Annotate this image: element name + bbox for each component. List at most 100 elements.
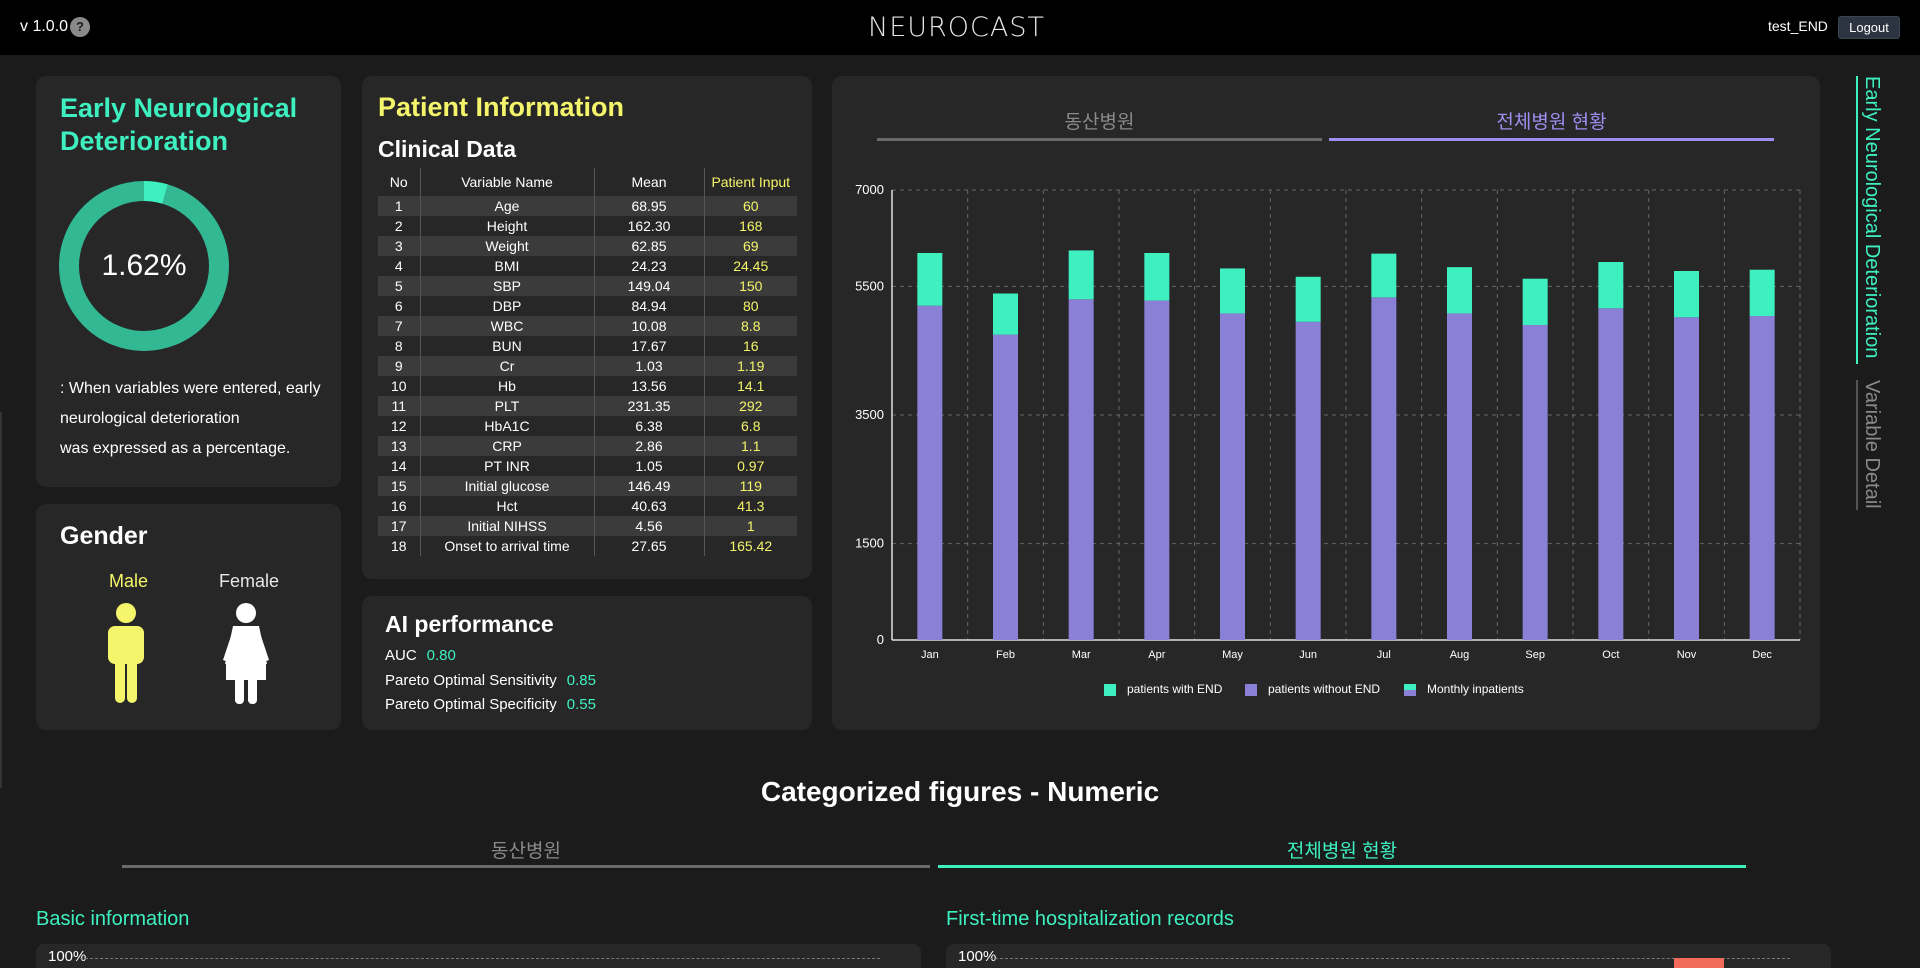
tab-dongsan[interactable]: 동산병원 bbox=[877, 107, 1322, 134]
table-cell-input: 292 bbox=[703, 396, 797, 416]
chart-bar bbox=[1674, 958, 1724, 968]
first-hospitalization-label: First-time hospitalization records bbox=[946, 908, 1234, 930]
table-cell-no: 10 bbox=[390, 378, 407, 394]
table-cell-input: 41.3 bbox=[703, 496, 797, 516]
first-hospitalization-chart: 100% bbox=[946, 944, 1831, 968]
patient-info-title: Patient Information bbox=[378, 92, 625, 122]
tab-dongsan-categorized[interactable]: 동산병원 bbox=[122, 836, 930, 863]
logout-button[interactable]: Logout bbox=[1838, 16, 1900, 39]
basic-information-chart: 100% bbox=[36, 944, 921, 968]
table-cell-input: 165.42 bbox=[703, 536, 797, 556]
male-label: Male bbox=[109, 571, 149, 591]
y-tick-label: 0 bbox=[877, 632, 884, 647]
table-cell-input: 0.97 bbox=[703, 456, 797, 476]
table-cell-name: BMI bbox=[419, 256, 594, 276]
table-row: 3 Weight 62.85 69 bbox=[378, 236, 797, 256]
table-cell-input: 1.1 bbox=[703, 436, 797, 456]
table-cell-no: 2 bbox=[394, 218, 403, 234]
tab-all-hospitals-underline bbox=[1329, 138, 1774, 141]
x-tick-label: Dec bbox=[1752, 649, 1772, 661]
gridline bbox=[80, 958, 880, 959]
bar-patients-without-end bbox=[1522, 325, 1548, 640]
table-cell-no: 9 bbox=[378, 356, 420, 376]
username-label: test_END bbox=[1768, 18, 1828, 34]
axis-tick-label: 100% bbox=[958, 948, 997, 965]
column-header: Mean bbox=[593, 168, 704, 196]
table-cell-input: 1 bbox=[703, 516, 797, 536]
table-row: 6 DBP 84.94 80 bbox=[378, 296, 797, 316]
table-cell-name: BUN bbox=[419, 336, 594, 356]
legend-label: Monthly inpatients bbox=[1427, 682, 1524, 696]
male-icon bbox=[108, 603, 144, 703]
basic-information-label: Basic information bbox=[36, 908, 190, 930]
bar-patients-with-end bbox=[1447, 267, 1472, 314]
tab-all-hospitals-categorized[interactable]: 전체병원 현황 bbox=[938, 836, 1746, 863]
help-icon[interactable]: ? bbox=[70, 17, 90, 37]
table-row: 4 BMI 24.23 24.45 bbox=[378, 256, 797, 276]
axis-tick-label: 100% bbox=[48, 948, 87, 965]
bar-patients-with-end bbox=[917, 253, 943, 306]
table-cell-mean: 149.04 bbox=[593, 276, 704, 296]
table-cell-input: 168 bbox=[703, 216, 797, 236]
bar-patients-without-end bbox=[1447, 313, 1472, 640]
table-cell-name: Weight bbox=[419, 236, 594, 256]
table-cell-input: 14.1 bbox=[703, 376, 797, 396]
bar-patients-with-end bbox=[1144, 253, 1170, 301]
table-cell-no: 5 bbox=[378, 276, 420, 296]
bar-patients-with-end bbox=[1749, 269, 1775, 316]
table-row: 11 PLT 231.35 292 bbox=[378, 396, 797, 416]
sensitivity-value: 0.85 bbox=[566, 672, 596, 689]
table-cell-input: 150 bbox=[703, 276, 797, 296]
table-cell-input: 60 bbox=[703, 196, 797, 216]
bar-patients-without-end bbox=[1371, 297, 1397, 640]
gender-title: Gender bbox=[60, 522, 148, 550]
table-cell-name: Hb bbox=[419, 376, 594, 396]
table-cell-mean: 231.35 bbox=[593, 396, 704, 416]
x-tick-label: Apr bbox=[1148, 649, 1165, 661]
bar-patients-with-end bbox=[1674, 271, 1699, 318]
table-cell-name: Height bbox=[419, 216, 594, 236]
end-percent-value: 1.62% bbox=[101, 249, 187, 282]
gridline bbox=[990, 958, 1790, 959]
table-cell-name: Hct bbox=[419, 496, 594, 516]
x-tick-label: Jul bbox=[1377, 649, 1391, 661]
table-cell-no: 18 bbox=[390, 538, 407, 554]
y-tick-label: 1500 bbox=[855, 536, 884, 551]
table-cell-no: 1 bbox=[378, 196, 420, 216]
legend-item: patients without END bbox=[1245, 682, 1380, 696]
specificity-label: Pareto Optimal Specificity bbox=[385, 696, 557, 713]
bar-patients-with-end bbox=[1295, 276, 1321, 322]
x-tick-label: Sep bbox=[1525, 649, 1545, 661]
x-tick-label: Nov bbox=[1677, 649, 1697, 661]
table-cell-no: 8 bbox=[394, 338, 403, 354]
female-icon bbox=[223, 603, 269, 704]
end-title: Early Neurological Deterioration bbox=[60, 93, 298, 156]
nav-variable-detail[interactable]: Variable Detail bbox=[1856, 380, 1883, 510]
bar-patients-with-end bbox=[1371, 253, 1397, 298]
table-cell-name: HbA1C bbox=[419, 416, 594, 436]
gender-card: Gender Male Female bbox=[36, 504, 341, 730]
nav-end[interactable]: Early Neurological Deterioration bbox=[1856, 76, 1883, 364]
x-tick-label: Aug bbox=[1450, 649, 1470, 661]
table-cell-input: 119 bbox=[703, 476, 797, 496]
table-cell-name: PLT bbox=[419, 396, 594, 416]
bar-patients-without-end bbox=[1295, 321, 1321, 640]
legend-item: Monthly inpatients bbox=[1404, 682, 1524, 696]
table-row: 12 HbA1C 6.38 6.8 bbox=[378, 416, 797, 436]
x-tick-label: Oct bbox=[1602, 649, 1619, 661]
version-label: v 1.0.0 bbox=[20, 18, 69, 35]
table-row: 10 Hb 13.56 14.1 bbox=[378, 376, 797, 396]
table-row: 7 WBC 10.08 8.8 bbox=[378, 316, 797, 336]
bar-patients-without-end bbox=[1598, 308, 1624, 640]
sensitivity-row: Pareto Optimal Sensitivity 0.85 bbox=[385, 672, 596, 689]
table-row: 16 Hct 40.63 41.3 bbox=[378, 496, 797, 516]
end-note-line: was expressed as a percentage. bbox=[60, 440, 291, 457]
tab-all-hospitals[interactable]: 전체병원 현황 bbox=[1329, 107, 1774, 134]
end-note: : When variables were entered, early neu… bbox=[60, 374, 330, 464]
table-cell-no: 6 bbox=[394, 298, 403, 314]
y-tick-label: 3500 bbox=[855, 407, 884, 422]
auc-row: AUC 0.80 bbox=[385, 647, 456, 664]
table-cell-mean: 1.05 bbox=[593, 456, 704, 476]
tab-all-hospitals-categorized-underline bbox=[938, 865, 1746, 868]
bar-patients-without-end bbox=[1674, 317, 1699, 640]
